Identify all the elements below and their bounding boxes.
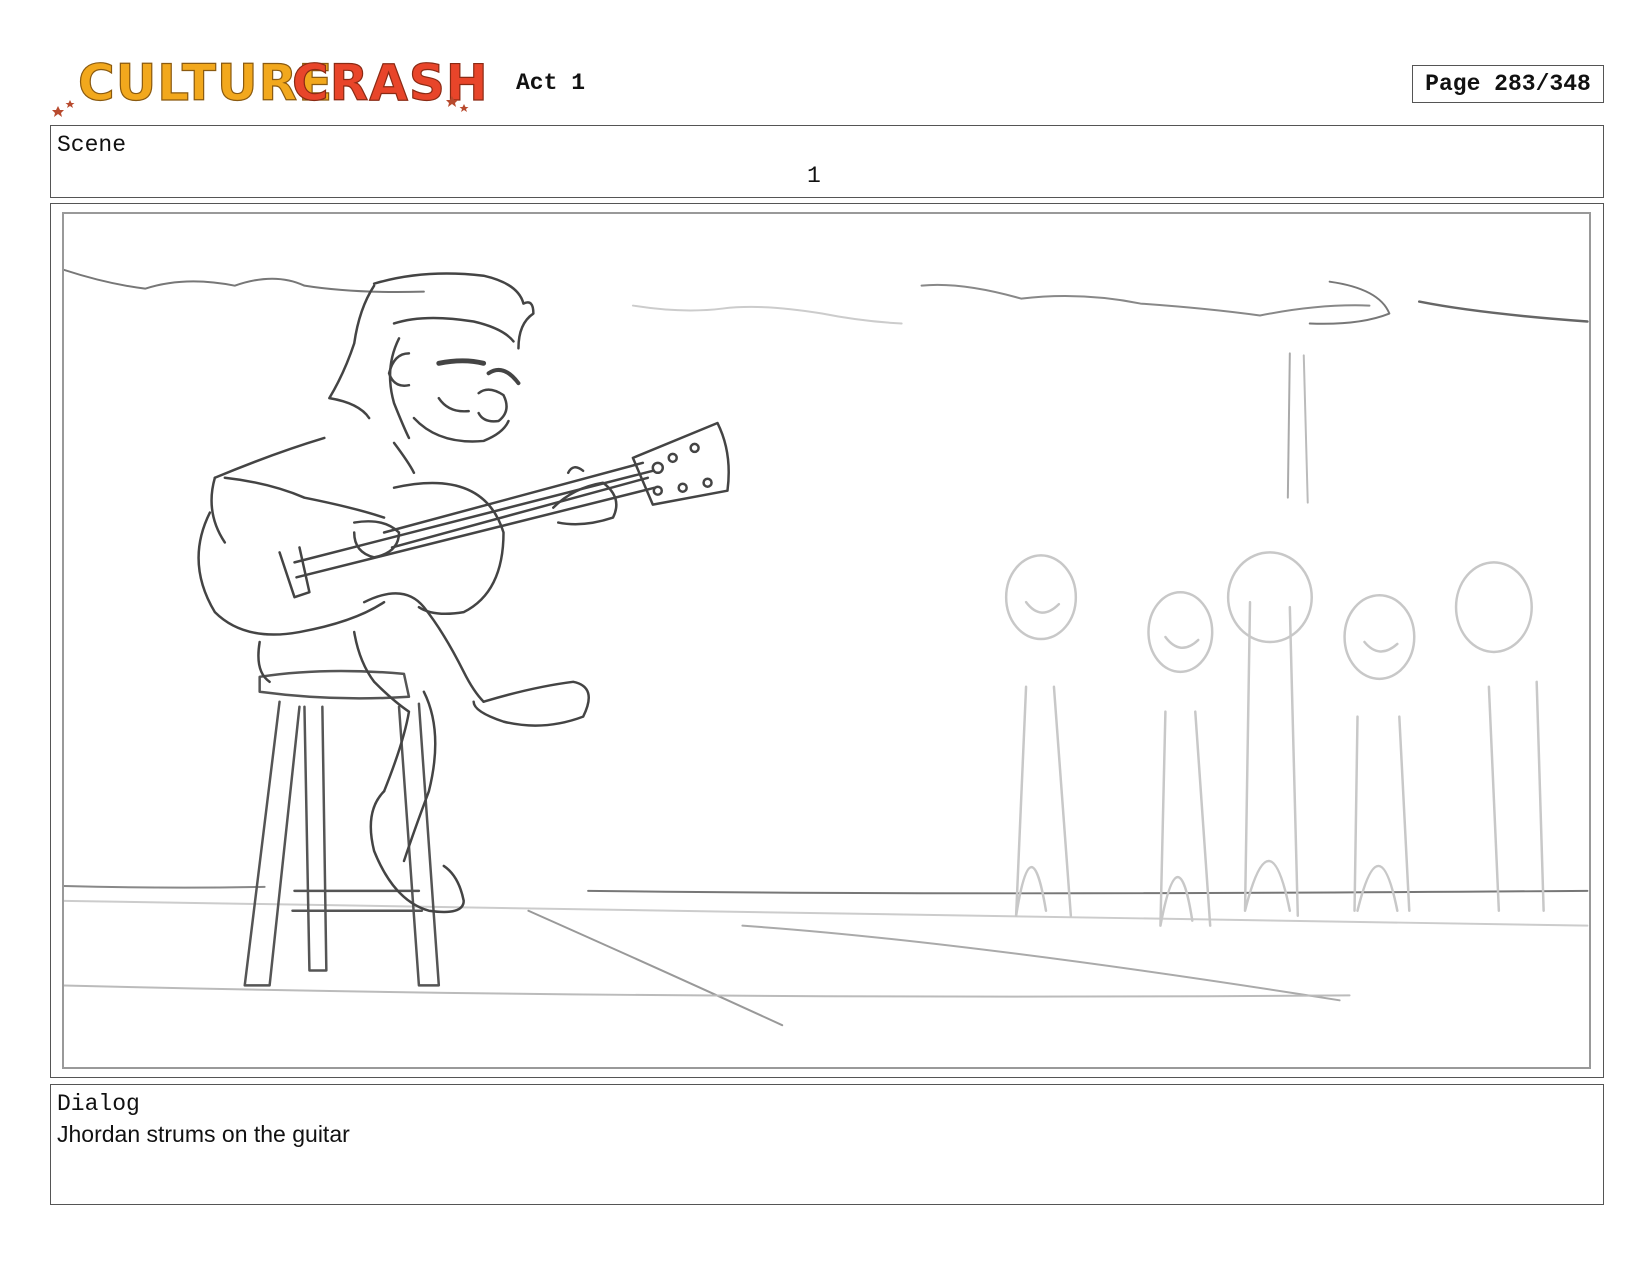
floor-line bbox=[587, 889, 1589, 895]
storyboard-panel bbox=[50, 203, 1604, 1078]
culture-crash-logo: CULTURE CRASH bbox=[52, 48, 502, 120]
storyboard-frame bbox=[62, 212, 1591, 1069]
curtain-line bbox=[1417, 300, 1589, 323]
scene-box: Scene 1 bbox=[50, 125, 1604, 198]
dialog-label: Dialog bbox=[57, 1091, 140, 1117]
curtain-line bbox=[64, 268, 425, 294]
cable-line bbox=[1302, 354, 1309, 504]
dialog-text: Jhordan strums on the guitar bbox=[57, 1121, 350, 1147]
guitarist-drawing bbox=[197, 272, 730, 914]
curtain-line bbox=[1308, 280, 1391, 325]
page-counter-text: Page 283/348 bbox=[1425, 71, 1591, 97]
page-counter: Page 283/348 bbox=[1412, 65, 1604, 103]
curtain-line bbox=[920, 283, 1371, 317]
audience-drawing bbox=[1004, 551, 1545, 927]
storyboard-sketch bbox=[64, 268, 1589, 1027]
curtain-line bbox=[631, 304, 903, 325]
floor-line bbox=[64, 884, 266, 889]
act-label: Act 1 bbox=[516, 70, 586, 96]
scene-number: 1 bbox=[807, 163, 821, 189]
dialog-box: Dialog Jhordan strums on the guitar bbox=[50, 1084, 1604, 1205]
floor-line bbox=[527, 909, 784, 1027]
stool-drawing bbox=[243, 669, 441, 987]
cable-line bbox=[1286, 352, 1291, 499]
floor-line bbox=[741, 924, 1341, 1002]
logo-word-crash: CRASH bbox=[292, 54, 489, 112]
scene-label: Scene bbox=[57, 132, 127, 158]
